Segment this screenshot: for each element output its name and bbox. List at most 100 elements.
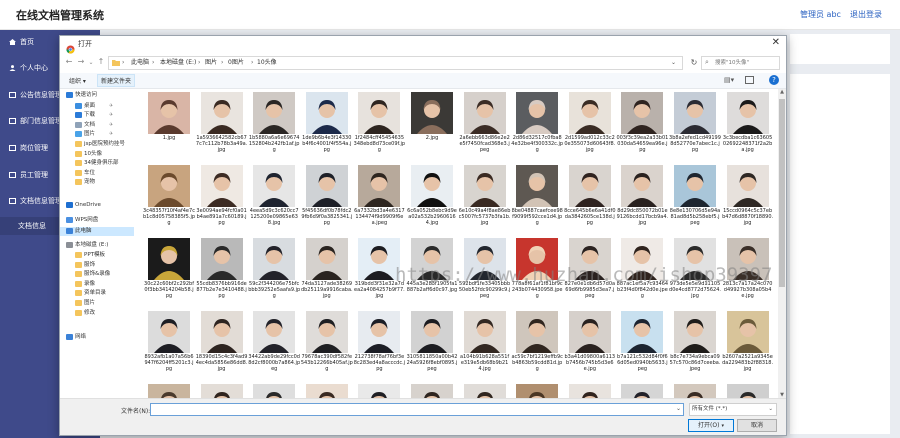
file-item[interactable]: 34422ab9de29fcc0d8d2cf8000b7a864.jpeg bbox=[248, 309, 300, 376]
file-item[interactable]: b3a41d09800a6113b7456b745b5d3e6e.jpg bbox=[564, 309, 616, 376]
file-item[interactable]: 3b8a2efed1cd491998d52770e7abec1c.jpg bbox=[669, 90, 721, 157]
file-item[interactable]: 2d1599ad012c33c20e355073d60643f8.jpg bbox=[564, 90, 616, 157]
file-item[interactable] bbox=[353, 382, 405, 398]
file-item[interactable] bbox=[669, 382, 721, 398]
nav-item[interactable]: 文档 ✈ bbox=[75, 121, 113, 130]
file-item[interactable]: 8d29dc850072b01e9126bcdd17bcb9a4.jpg bbox=[616, 163, 668, 230]
file-item[interactable]: 3c48357f10f4af4e7cb1c8d05758385f5.jpg bbox=[143, 163, 195, 230]
nav-item[interactable]: 图片 ✈ bbox=[75, 130, 113, 139]
nav-item[interactable]: 图片 bbox=[75, 299, 95, 308]
nav-item[interactable]: OneDrive bbox=[66, 201, 101, 210]
nav-item[interactable]: 宠物 bbox=[75, 178, 95, 187]
file-item[interactable]: 3105811850a00b4224a5926f8ebf0895.jpeg bbox=[406, 309, 458, 376]
file-item[interactable]: 74da3127ade38269db25119a9916caba.jpg bbox=[301, 236, 353, 303]
file-item[interactable]: 003f3c39ea2a33b01030da54659ea96e.jpg bbox=[616, 90, 668, 157]
forward-arrow-icon[interactable]: → bbox=[76, 57, 86, 66]
file-item[interactable] bbox=[511, 382, 563, 398]
chevron-down-icon[interactable]: ⌄ bbox=[676, 405, 681, 412]
file-item[interactable] bbox=[722, 382, 774, 398]
nav-item[interactable]: 网络 bbox=[66, 333, 86, 342]
nav-item[interactable]: 资单目录 bbox=[75, 289, 106, 298]
file-item[interactable]: 4eea5d9c3c620cc7125200e09865e638.jpg bbox=[248, 163, 300, 230]
file-item[interactable] bbox=[406, 382, 458, 398]
organize-menu[interactable]: 组织 ▾ bbox=[69, 76, 86, 85]
file-item[interactable]: b2607a2521a9345eda229483b2f88318.jpg bbox=[722, 309, 774, 376]
address-bar[interactable]: › 此电脑 › 本地磁盘 (E:) › 图片 › 0图片 › 10头像 ⌄ bbox=[108, 56, 683, 70]
file-item[interactable]: 8be04887caefcee98f9099f592cce1d4.jpg bbox=[511, 163, 563, 230]
breadcrumb-pictures[interactable]: 图片 bbox=[205, 57, 217, 69]
file-item[interactable]: 8cce645b6e6a41df0da3842605ce138d.jpg bbox=[564, 163, 616, 230]
nav-item[interactable]: 服饰 bbox=[75, 261, 95, 270]
logout-link[interactable]: 退出登录 bbox=[850, 9, 882, 20]
chevron-down-icon[interactable]: ⌄ bbox=[671, 57, 676, 69]
file-item[interactable]: 1f2484cff45454635348ebd8d73ce09f.jpg bbox=[353, 90, 405, 157]
file-item[interactable]: 79678ac390df582fe543b12266b405af.jpg bbox=[301, 309, 353, 376]
refresh-icon[interactable]: ↻ bbox=[687, 56, 701, 70]
scroll-thumb[interactable] bbox=[779, 99, 785, 287]
preview-pane-icon[interactable] bbox=[745, 76, 754, 84]
vertical-scrollbar[interactable]: ▲ ▼ bbox=[778, 89, 786, 398]
file-item[interactable] bbox=[143, 382, 195, 398]
file-item[interactable]: 2a6ebb663d86e2e2e5f7450fcad368e3.jpeg bbox=[459, 90, 511, 157]
close-icon[interactable]: ✕ bbox=[772, 37, 780, 48]
search-box[interactable]: ⌕ bbox=[701, 56, 780, 70]
nav-item[interactable]: 录像 bbox=[75, 280, 95, 289]
file-item[interactable]: 30c22c60bf2c292bf0f3bb3414204b58.jpg bbox=[143, 236, 195, 303]
file-item[interactable]: 1de9b6b4e3f14330b4f6c4001f4f554a.jpg bbox=[301, 90, 353, 157]
file-item[interactable] bbox=[248, 382, 300, 398]
nav-item[interactable]: 此电脑 bbox=[60, 227, 134, 236]
file-item[interactable]: 6a7332bd3a4e6317134474f9d9909f6ea.jpeg bbox=[353, 163, 405, 230]
file-item[interactable]: a104b91b628a551fe319e5db68b9b214.jpg bbox=[459, 309, 511, 376]
filename-input[interactable]: ⌄ bbox=[150, 403, 684, 416]
nav-item[interactable]: PPT模板 bbox=[75, 251, 105, 260]
file-item[interactable]: 212738f78af76bf3e8c283ed4a8acccdc.jpg bbox=[353, 309, 405, 376]
file-item[interactable]: 3c3becdba1c6360502692248371f2a2ba.jpg bbox=[722, 90, 774, 157]
file-item[interactable]: 59c2f344206e75bfcbbb39252e5aafa9.jpg bbox=[248, 236, 300, 303]
nav-item[interactable]: 车位 bbox=[75, 169, 95, 178]
file-item[interactable]: 18390d15c4c3f4ad94ec4da5856e86dd8.jpg bbox=[196, 309, 248, 376]
nav-item[interactable]: jsp医院预约挂号 bbox=[75, 140, 125, 149]
cancel-button[interactable]: 取消 bbox=[737, 419, 777, 432]
chevron-down-icon[interactable]: ⌄ bbox=[86, 59, 96, 66]
file-item[interactable]: 8932afb1a07a56b6947f6204ff5201c3.jpg bbox=[143, 309, 195, 376]
file-item[interactable]: 6e10c49a4f8ae86ebc5007fc5737b3fa1b.jpg bbox=[459, 163, 511, 230]
file-item[interactable]: 55cdb8376bb916de877b2e7e3410488.jpg bbox=[196, 236, 248, 303]
scroll-up-icon[interactable]: ▲ bbox=[778, 89, 786, 95]
nav-item[interactable]: 下载 ✈ bbox=[75, 111, 113, 120]
back-arrow-icon[interactable]: ← bbox=[64, 57, 74, 66]
new-folder-button[interactable]: 新建文件夹 bbox=[97, 74, 136, 87]
file-item[interactable] bbox=[564, 382, 616, 398]
view-options-icon[interactable]: ▤▾ bbox=[724, 76, 734, 84]
file-item[interactable]: 1b5880a6a6e69674152804b242fb1af.jpg bbox=[248, 90, 300, 157]
file-item[interactable]: 1.jpg bbox=[143, 90, 195, 157]
file-item[interactable] bbox=[616, 382, 668, 398]
nav-item[interactable]: 服饰&录像 bbox=[75, 270, 110, 279]
breadcrumb-0pictures[interactable]: 0图片 bbox=[228, 57, 244, 69]
file-item[interactable]: 3e0094ae94fcf0a01b4ae891a7c60189.jpg bbox=[196, 163, 248, 230]
nav-item[interactable]: 本地磁盘 (E:) bbox=[66, 241, 108, 250]
filetype-select[interactable]: 所有文件 (*.*) ⌄ bbox=[689, 403, 777, 416]
breadcrumb-this-pc[interactable]: 此电脑 bbox=[131, 57, 149, 69]
file-item[interactable]: 5f45636df0b78fdc29fb6d9f0a3825341.jpg bbox=[301, 163, 353, 230]
breadcrumb-drive[interactable]: 本地磁盘 (E:) bbox=[160, 57, 196, 69]
file-item[interactable]: 2d86d32517c0fba84e32be4f300332c.jpg bbox=[511, 90, 563, 157]
file-item[interactable]: 15ccd0964c5c37ebb47d6d8870f18890.jpg bbox=[722, 163, 774, 230]
nav-item[interactable]: 修改 bbox=[75, 309, 95, 318]
file-item[interactable]: b8c7e734a9ebca0957c570c86d7ceeba.jpeg bbox=[669, 309, 721, 376]
nav-item[interactable]: 10头像 bbox=[75, 150, 102, 159]
open-button[interactable]: 打开(O) ▾ bbox=[688, 419, 734, 432]
file-item[interactable]: 2.jpg bbox=[406, 90, 458, 157]
file-item[interactable]: 6c6a052b8ebc9d9ea02a532b29606164.jpg bbox=[406, 163, 458, 230]
file-item[interactable]: 8e8e130706d5e94a81ad8d5b258ebf5.jpeg bbox=[669, 163, 721, 230]
up-arrow-icon[interactable]: ↑ bbox=[96, 57, 106, 66]
help-icon[interactable]: ? bbox=[769, 75, 779, 85]
file-item[interactable] bbox=[459, 382, 511, 398]
file-item[interactable] bbox=[196, 382, 248, 398]
nav-item[interactable]: 桌面 ✈ bbox=[75, 102, 113, 111]
user-name[interactable]: 管理员 abc bbox=[800, 9, 841, 20]
file-item[interactable] bbox=[301, 382, 353, 398]
file-item[interactable]: ac59c7bf1219effb9cb4863b59cdd81d.jpg bbox=[511, 309, 563, 376]
nav-item[interactable]: WPS网盘 bbox=[66, 216, 98, 225]
file-item[interactable]: b7a121c532d84f0f66d05ed0940b5633.jpeg bbox=[616, 309, 668, 376]
nav-item[interactable]: 34健身俱乐部 bbox=[75, 159, 119, 168]
